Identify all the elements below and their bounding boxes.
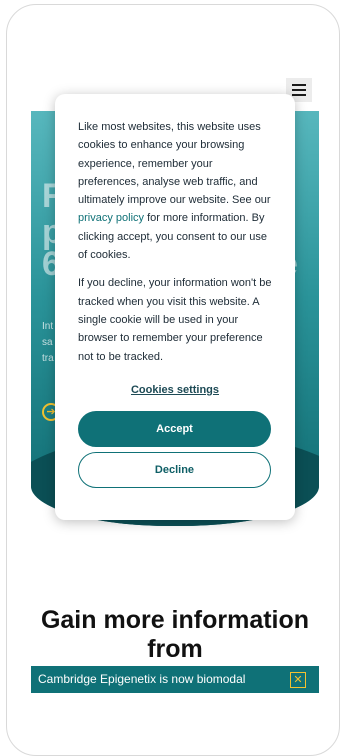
decline-button[interactable]: Decline — [78, 451, 271, 488]
announcement-banner: Cambridge Epigenetix is now biomodal ✕ — [31, 666, 319, 693]
cookie-decline-info: If you decline, your information won't b… — [78, 277, 272, 363]
cookie-description: Like most websites, this website uses co… — [78, 118, 272, 264]
banner-text: Cambridge Epigenetix is now biomodal — [38, 672, 246, 686]
hero-text-fragment: sa — [42, 337, 53, 348]
close-icon[interactable]: ✕ — [290, 672, 306, 688]
cookies-settings-link[interactable]: Cookies settings — [78, 384, 272, 396]
privacy-policy-link[interactable]: privacy policy — [78, 212, 144, 224]
cookie-consent-dialog: Like most websites, this website uses co… — [55, 94, 295, 520]
hero-text-fragment: tra — [42, 353, 54, 364]
section-heading: Gain more information from — [40, 606, 310, 663]
accept-button[interactable]: Accept — [78, 410, 271, 447]
cookie-text-part: Like most websites, this website uses co… — [78, 121, 271, 207]
hero-text-fragment: Int — [42, 321, 54, 332]
